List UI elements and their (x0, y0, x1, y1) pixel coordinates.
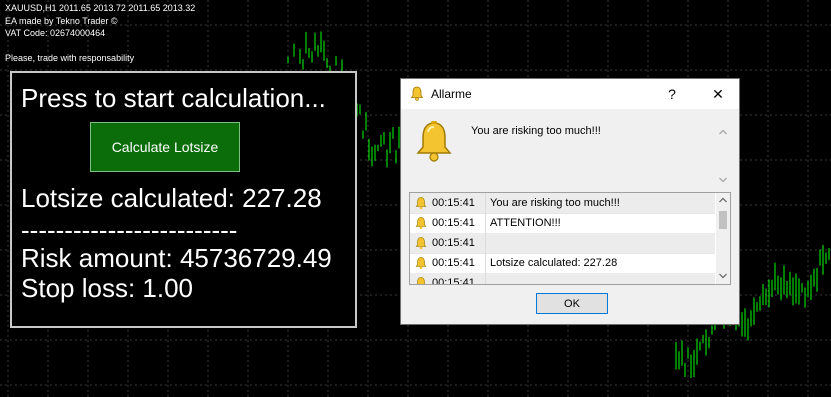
column-divider (485, 273, 486, 284)
row-time: 00:15:41 (432, 217, 475, 229)
alert-dialog: Allarme ? ✕ You are risking too much!!! … (400, 78, 740, 325)
column-divider (485, 213, 486, 233)
calculate-lotsize-button[interactable]: Calculate Lotsize (90, 122, 240, 172)
ok-button[interactable]: OK (536, 293, 608, 314)
stop-loss: Stop loss: 1.00 (21, 273, 193, 303)
alert-log-list[interactable]: 00:15:41 You are risking too much!!! 00:… (409, 192, 731, 285)
close-button[interactable]: ✕ (705, 83, 731, 105)
lotsize-result: Lotsize calculated: 227.28 (21, 183, 322, 213)
chart-symbol-info: XAUUSD,H1 2011.65 2013.72 2011.65 2013.3… (5, 3, 196, 13)
list-item[interactable]: 00:15:41 Lotsize calculated: 227.28 (410, 253, 715, 274)
panel-heading: Press to start calculation... (21, 83, 326, 113)
row-message: You are risking too much!!! (490, 197, 620, 209)
scroll-thumb[interactable] (719, 211, 727, 229)
row-time: 00:15:41 (432, 197, 475, 209)
bell-icon (415, 237, 427, 249)
column-divider (485, 233, 486, 253)
column-divider (485, 253, 486, 273)
column-divider (485, 193, 486, 213)
list-item[interactable]: 00:15:41 (410, 233, 715, 254)
row-message: Lotsize calculated: 227.28 (490, 257, 618, 269)
panel-separator: ------------------------- (21, 215, 238, 245)
bell-icon (415, 197, 427, 209)
bell-icon (415, 257, 427, 269)
row-time: 00:15:41 (432, 277, 475, 285)
dialog-message: You are risking too much!!! (471, 125, 601, 137)
lotsize-panel: Press to start calculation... Calculate … (10, 71, 357, 328)
message-area: You are risking too much!!! (407, 113, 733, 189)
dialog-titlebar[interactable]: Allarme ? ✕ (401, 79, 739, 109)
bell-icon (410, 86, 424, 101)
row-time: 00:15:41 (432, 257, 475, 269)
scroll-down-icon[interactable] (719, 273, 727, 279)
scroll-up-icon[interactable] (719, 129, 727, 135)
risk-amount: Risk amount: 45736729.49 (21, 243, 332, 273)
chart-disclaimer: Please, trade with responsability (5, 53, 135, 63)
list-item[interactable]: 00:15:41 (410, 273, 715, 285)
list-scrollbar[interactable] (716, 193, 730, 284)
row-time: 00:15:41 (432, 237, 475, 249)
list-item[interactable]: 00:15:41 You are risking too much!!! (410, 193, 715, 214)
list-item[interactable]: 00:15:41 ATTENTION!!! (410, 213, 715, 234)
bell-icon (416, 121, 452, 162)
help-button[interactable]: ? (659, 83, 685, 105)
bell-icon (415, 217, 427, 229)
dialog-title: Allarme (431, 87, 472, 101)
chart-author-info: EA made by Tekno Trader © (5, 16, 118, 26)
chart-vat-info: VAT Code: 02674000464 (5, 28, 106, 38)
scroll-up-icon[interactable] (719, 197, 727, 203)
bell-icon (417, 277, 425, 284)
message-scrollbar[interactable] (717, 127, 729, 185)
scroll-down-icon[interactable] (719, 177, 727, 183)
row-message: ATTENTION!!! (490, 217, 561, 229)
